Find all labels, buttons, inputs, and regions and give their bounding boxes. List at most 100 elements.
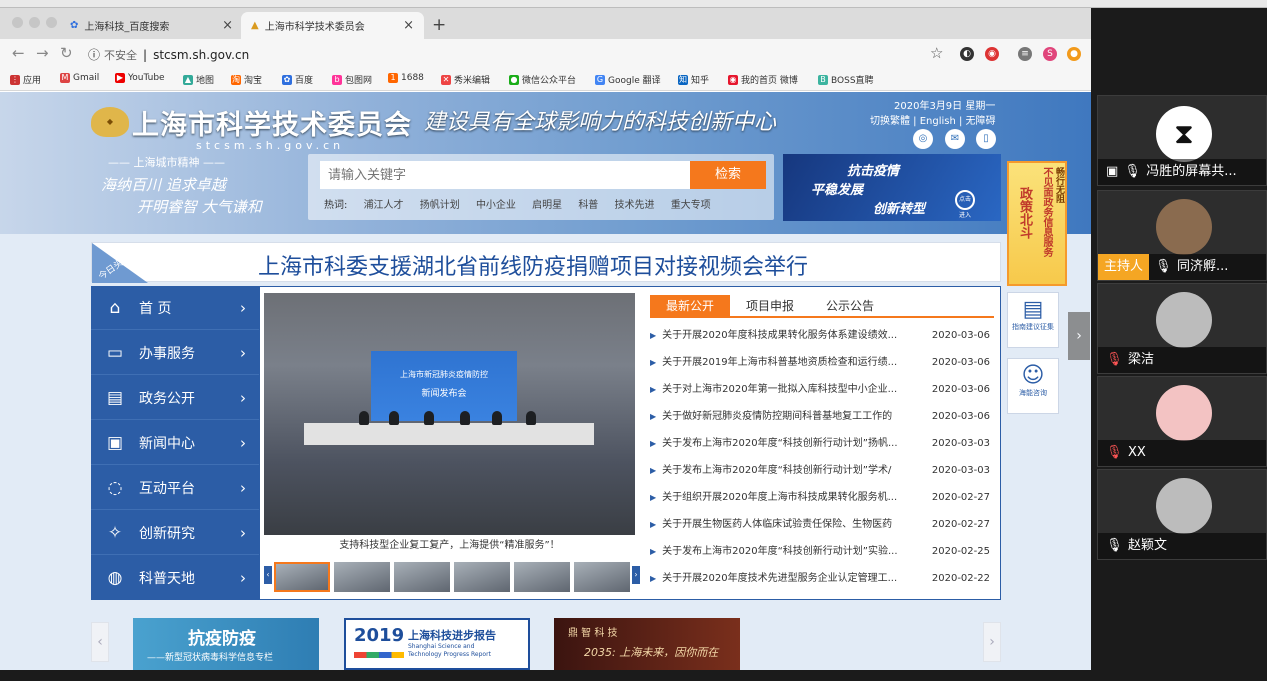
- news-title[interactable]: 关于发布上海市2020年度“科技创新行动计划”扬帆...: [662, 430, 914, 457]
- search-input[interactable]: [320, 161, 690, 189]
- participant-tile[interactable]: 🎙 梁洁: [1097, 283, 1267, 374]
- forward-arrow-icon[interactable]: →: [36, 44, 49, 62]
- guide-suggestion-card[interactable]: ▤ 指南建议征集: [1007, 292, 1059, 348]
- hot-word-link[interactable]: 启明星: [532, 200, 562, 211]
- news-item[interactable]: ▶ 关于组织开展2020年度上海市科技成果转化服务机... 2020-02-27: [650, 484, 990, 511]
- tab-project-apply[interactable]: 项目申报: [730, 295, 810, 318]
- news-title[interactable]: 关于开展2019年上海市科普基地资质检查和运行绩...: [662, 349, 914, 376]
- nav-item-science-popular[interactable]: ◍ 科普天地 ›: [91, 556, 259, 600]
- policy-beidou-banner[interactable]: 不见面政务信息服务 政策北斗 畅行无阻: [1007, 161, 1067, 286]
- profile-avatar-icon[interactable]: S: [1043, 47, 1057, 61]
- nav-item-gov-affairs[interactable]: ▤ 政务公开 ›: [91, 376, 259, 420]
- feature-card-progress-report[interactable]: 2019 上海科技进步报告 Shanghai Science and Techn…: [344, 618, 530, 670]
- thumbnail[interactable]: [514, 562, 570, 592]
- news-item[interactable]: ▶ 关于发布上海市2020年度“科技创新行动计划”扬帆... 2020-03-03: [650, 430, 990, 457]
- thumbnail[interactable]: [334, 562, 390, 592]
- window-zoom-button[interactable]: [46, 17, 57, 28]
- consult-card[interactable]: ☺ 海能咨询: [1007, 358, 1059, 414]
- news-title[interactable]: 关于发布上海市2020年度“科技创新行动计划”学术/: [662, 457, 914, 484]
- feature-card-future[interactable]: 鼎 智 科 技 2035: 上海未来，因你而在: [554, 618, 740, 670]
- news-item[interactable]: ▶ 关于对上海市2020年第一批拟入库科技型中小企业... 2020-03-06: [650, 376, 990, 403]
- nav-item-home[interactable]: ⌂ 首 页 ›: [91, 286, 259, 330]
- thumb-prev-button[interactable]: ‹: [264, 566, 272, 584]
- hot-word-link[interactable]: 中小企业: [476, 200, 516, 211]
- window-close-button[interactable]: [12, 17, 23, 28]
- feature-card-epidemic[interactable]: 抗疫防疫 ——新型冠状病毒科学信息专栏: [133, 618, 319, 670]
- tab-latest[interactable]: 最新公开: [650, 295, 730, 318]
- nav-item-innovation[interactable]: ✧ 创新研究 ›: [91, 511, 259, 555]
- extension-icon[interactable]: ●: [1067, 47, 1081, 61]
- bookmark-item[interactable]: 知知乎: [678, 73, 709, 86]
- site-title[interactable]: 上海市科学技术委员会: [132, 103, 412, 142]
- news-photo[interactable]: 上海市新冠肺炎疫情防控 新闻发布会: [264, 293, 635, 535]
- bookmark-item[interactable]: G Google 翻译: [595, 73, 661, 86]
- bookmark-item[interactable]: ● 微信公众平台: [509, 73, 576, 86]
- hot-word-link[interactable]: 技术先进: [615, 200, 655, 211]
- nav-item-interaction[interactable]: ◌ 互动平台 ›: [91, 466, 259, 510]
- participant-tile[interactable]: 🎙 XX: [1097, 376, 1267, 467]
- news-item[interactable]: ▶ 关于发布上海市2020年度“科技创新行动计划”实验... 2020-02-25: [650, 538, 990, 565]
- bookmark-item[interactable]: B BOSS直聘: [818, 73, 874, 86]
- bookmark-item[interactable]: 淘淘宝: [231, 73, 262, 86]
- news-title[interactable]: 关于组织开展2020年度上海市科技成果转化服务机...: [662, 484, 914, 511]
- news-item[interactable]: ▶ 关于开展2020年度科技成果转化服务体系建设绩效... 2020-03-06: [650, 322, 990, 349]
- thumbnail[interactable]: [454, 562, 510, 592]
- promo-enter-button[interactable]: 点击进入: [955, 190, 975, 219]
- news-item[interactable]: ▶ 关于发布上海市2020年度“科技创新行动计划”学术/2020-03-03: [650, 457, 990, 484]
- extension-icon[interactable]: ◐: [960, 47, 974, 61]
- bookmark-item[interactable]: ▲ 地图: [183, 73, 214, 86]
- participant-tile[interactable]: 🎙 赵颖文: [1097, 469, 1267, 560]
- chevron-right-icon[interactable]: ›: [1068, 312, 1090, 360]
- bookmark-item[interactable]: ✕ 秀米编辑: [441, 73, 490, 86]
- reload-icon[interactable]: ↻: [60, 44, 73, 62]
- extension-icon[interactable]: ◉: [985, 47, 999, 61]
- tab-stcsm[interactable]: ▲ 上海市科学技术委员会 ×: [241, 12, 424, 39]
- headline-text[interactable]: 上海市科委支援湖北省前线防疫捐赠项目对接视频会举行: [258, 249, 808, 281]
- tab-announcements[interactable]: 公示公告: [810, 295, 890, 318]
- bookmark-star-icon[interactable]: ☆: [930, 44, 943, 62]
- news-title[interactable]: 关于对上海市2020年第一批拟入库科技型中小企业...: [662, 376, 914, 403]
- hot-word-link[interactable]: 浦江人才: [364, 200, 404, 211]
- bookmark-item[interactable]: ⋮ 应用: [10, 73, 41, 86]
- participant-tile[interactable]: ⧗ ▣ 🎙 冯胜的屏幕共...: [1097, 95, 1267, 186]
- news-item[interactable]: ▶ 关于开展2019年上海市科普基地资质检查和运行绩... 2020-03-06: [650, 349, 990, 376]
- bookmark-item[interactable]: 1 1688: [388, 73, 424, 83]
- photo-caption[interactable]: 支持科技型企业复工复产，上海提供“精准服务”！: [264, 537, 635, 555]
- bookmark-item[interactable]: ▶ YouTube: [115, 73, 165, 83]
- search-button[interactable]: 检索: [690, 161, 766, 189]
- tab-close-button[interactable]: ×: [222, 18, 233, 33]
- wechat-icon[interactable]: ✉: [945, 129, 965, 149]
- news-title[interactable]: 关于开展2020年度科技成果转化服务体系建设绩效...: [662, 322, 914, 349]
- thumbnail[interactable]: [274, 562, 330, 592]
- thumbnail[interactable]: [574, 562, 630, 592]
- epidemic-promo-banner[interactable]: 抗击疫情 平稳发展 创新转型 点击进入: [783, 154, 1001, 221]
- hot-word-link[interactable]: 重大专项: [671, 200, 711, 211]
- hot-word-link[interactable]: 科普: [578, 200, 598, 211]
- tab-close-button[interactable]: ×: [403, 18, 414, 33]
- participant-tile[interactable]: 主持人 🎙 同济孵...: [1097, 190, 1267, 281]
- reading-list-icon[interactable]: ≡: [1018, 47, 1032, 61]
- news-item[interactable]: ▶ 关于开展生物医药人体临床试验责任保险、生物医药 2020-02-27: [650, 511, 990, 538]
- window-minimize-button[interactable]: [29, 17, 40, 28]
- nav-item-services[interactable]: ▭ 办事服务 ›: [91, 331, 259, 375]
- tab-baidu-search[interactable]: ✿ 上海科技_百度搜索 ×: [60, 12, 243, 39]
- hot-word-link[interactable]: 扬帆计划: [420, 200, 460, 211]
- bookmark-item[interactable]: M Gmail: [60, 73, 99, 83]
- news-item[interactable]: ▶ 关于开展2020年度技术先进型服务企业认定管理工... 2020-02-22: [650, 565, 990, 592]
- url-field[interactable]: ⓘ 不安全 | stcsm.sh.gov.cn: [88, 46, 249, 63]
- news-title[interactable]: 关于做好新冠肺炎疫情防控期间科普基地复工工作的: [662, 403, 914, 430]
- nav-item-news[interactable]: ▣ 新闻中心 ›: [91, 421, 259, 465]
- today-headline[interactable]: 今日头条 上海市科委支援湖北省前线防疫捐赠项目对接视频会举行: [91, 242, 1001, 283]
- back-arrow-icon[interactable]: ←: [12, 44, 25, 62]
- bookmark-item[interactable]: ◉ 我的首页 微博: [728, 73, 798, 86]
- bookmark-item[interactable]: b 包图网: [332, 73, 372, 86]
- thumb-next-button[interactable]: ›: [632, 566, 640, 584]
- new-tab-button[interactable]: +: [432, 15, 446, 35]
- news-title[interactable]: 关于发布上海市2020年度“科技创新行动计划”实验...: [662, 538, 914, 565]
- language-links[interactable]: 切换繁體 | English | 无障碍: [870, 112, 996, 127]
- news-title[interactable]: 关于开展2020年度技术先进型服务企业认定管理工...: [662, 565, 914, 592]
- bookmark-item[interactable]: ✿ 百度: [282, 73, 313, 86]
- news-title[interactable]: 关于开展生物医药人体临床试验责任保险、生物医药: [662, 511, 914, 538]
- weibo-icon[interactable]: ◎: [913, 129, 933, 149]
- mobile-icon[interactable]: ▯: [976, 129, 996, 149]
